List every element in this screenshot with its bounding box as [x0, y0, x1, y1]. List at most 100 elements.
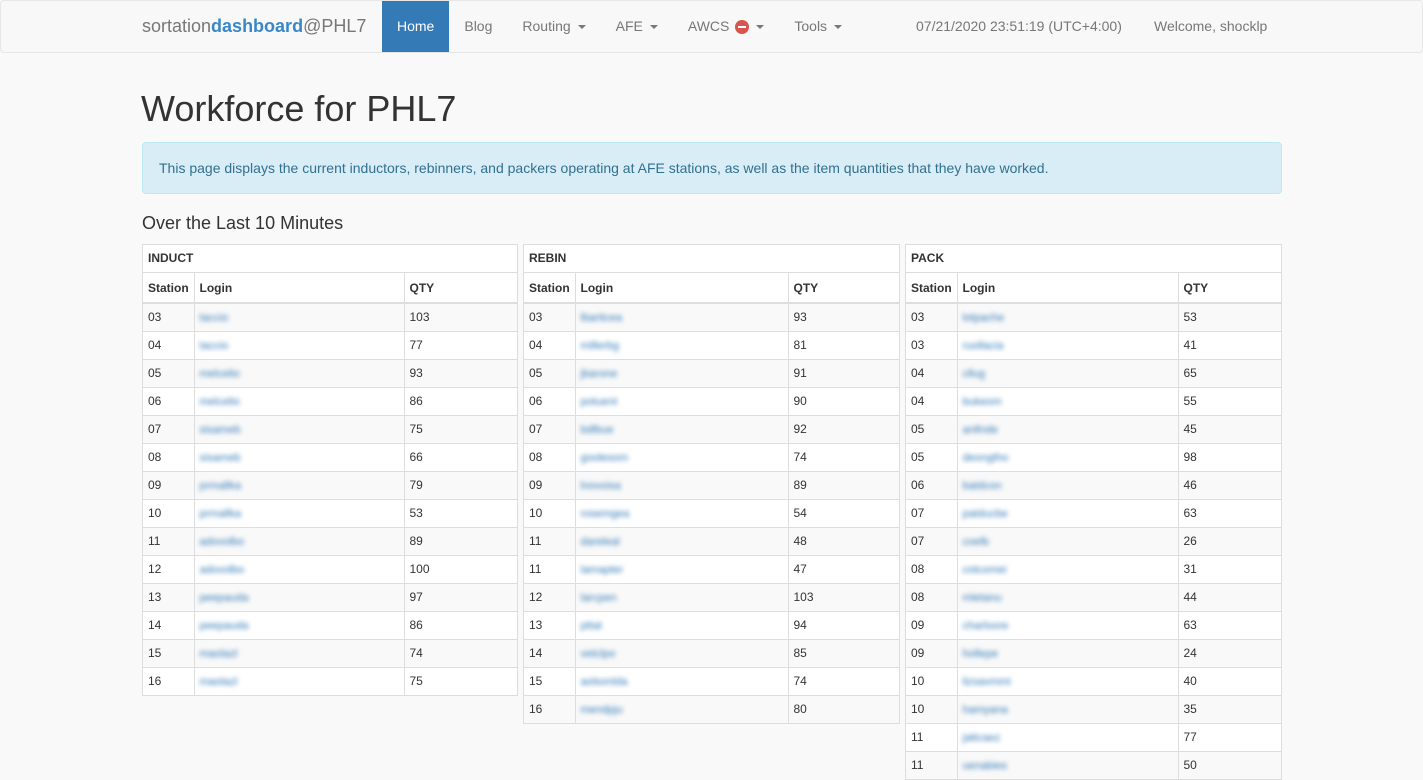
login-link[interactable]: mletanu	[963, 592, 1002, 604]
nav-home[interactable]: Home	[382, 1, 450, 52]
login-link[interactable]: dareleal	[581, 536, 620, 548]
station-cell: 08	[906, 582, 958, 611]
login-link[interactable]: ruollacia	[963, 340, 1004, 352]
login-link[interactable]: pttat	[581, 620, 602, 632]
login-link[interactable]: anllnde	[963, 424, 998, 436]
login-link[interactable]: mendpju	[581, 704, 623, 716]
login-link[interactable]: melcelio	[200, 368, 240, 380]
login-link[interactable]: sisameb	[200, 424, 241, 436]
table-row: 16 mendpju 80	[524, 694, 899, 723]
nav-blog[interactable]: Blog	[449, 1, 507, 52]
login-link[interactable]: larcpen	[581, 592, 617, 604]
table-header-row: Station Login QTY	[143, 273, 517, 304]
caret-down-icon	[649, 24, 658, 29]
login-link[interactable]: prmallka	[200, 480, 242, 492]
login-link[interactable]: jbarone	[581, 368, 618, 380]
table-row: 12 adovolbo 100	[143, 554, 517, 583]
login-link[interactable]: patducbe	[963, 508, 1008, 520]
qty-cell: 97	[404, 582, 517, 611]
column-header-login: Login	[194, 273, 405, 304]
station-cell: 04	[906, 386, 958, 415]
station-cell: 10	[524, 498, 576, 527]
brand-part-site: @PHL7	[303, 16, 367, 36]
info-alert: This page displays the current inductors…	[142, 142, 1282, 194]
login-cell: uenabies	[957, 750, 1179, 779]
login-link[interactable]: coelb	[963, 536, 989, 548]
login-link[interactable]: lizsavmmi	[963, 676, 1011, 688]
qty-cell: 98	[1178, 442, 1281, 471]
login-link[interactable]: vetclpo	[581, 648, 616, 660]
column-header-station: Station	[906, 273, 958, 304]
rebin-table: Station Login QTY 03 lbaritcea 93 04 millerb…	[524, 273, 899, 723]
login-link[interactable]: deongtho	[963, 452, 1009, 464]
login-link[interactable]: potuent	[581, 396, 618, 408]
login-link[interactable]: bdlbue	[581, 424, 614, 436]
column-header-qty: QTY	[788, 273, 899, 304]
login-link[interactable]: melcelio	[200, 396, 240, 408]
nav-welcome-user[interactable]: Welcome, shocklp	[1154, 1, 1267, 52]
nav-routing-dropdown[interactable]: Routing	[507, 1, 600, 52]
login-link[interactable]: adovolbo	[200, 536, 245, 548]
login-link[interactable]: prmallka	[200, 508, 242, 520]
login-link[interactable]: maolazl	[200, 676, 238, 688]
table-row: 13 pttat 94	[524, 610, 899, 639]
login-link[interactable]: maolazl	[200, 648, 238, 660]
qty-cell: 93	[404, 358, 517, 387]
table-row: 03 lbaritcea 93	[524, 302, 899, 331]
login-link[interactable]: hamyana	[963, 704, 1008, 716]
login-link[interactable]: uenabies	[963, 760, 1008, 772]
login-link[interactable]: batdcon	[963, 480, 1002, 492]
table-row: 07 coelb 26	[906, 526, 1281, 555]
login-link[interactable]: adovolbo	[200, 564, 245, 576]
login-link[interactable]: lamapter	[581, 564, 624, 576]
qty-cell: 103	[404, 302, 517, 331]
nav-home-label: Home	[397, 18, 435, 34]
pack-panel-title: PACK	[906, 245, 1281, 273]
station-cell: 06	[906, 470, 958, 499]
login-cell: ruollacia	[957, 330, 1179, 359]
login-link[interactable]: peepauda	[200, 620, 249, 632]
login-link[interactable]: lnovoisa	[581, 480, 621, 492]
login-link[interactable]: sisameb	[200, 452, 241, 464]
login-link[interactable]: peepauda	[200, 592, 249, 604]
login-link[interactable]: aolsonlda	[581, 676, 628, 688]
login-link[interactable]: millerbg	[581, 340, 620, 352]
station-cell: 10	[906, 666, 958, 695]
login-link[interactable]: goolesom	[581, 452, 629, 464]
table-row: 11 dareleal 48	[524, 526, 899, 555]
station-cell: 05	[524, 358, 576, 387]
station-cell: 09	[143, 470, 195, 499]
login-link[interactable]: rosemgea	[581, 508, 630, 520]
login-link[interactable]: lbaritcea	[581, 312, 623, 324]
login-link[interactable]: lotpache	[963, 312, 1005, 324]
nav-afe-dropdown[interactable]: AFE	[601, 1, 673, 52]
nav-tools-dropdown[interactable]: Tools	[779, 1, 857, 52]
login-link[interactable]: cotcomei	[963, 564, 1007, 576]
login-cell: mletanu	[957, 582, 1179, 611]
station-cell: 07	[906, 526, 958, 555]
qty-cell: 89	[404, 526, 517, 555]
table-row: 15 aolsonlda 74	[524, 666, 899, 695]
nav-awcs-label: AWCS	[687, 18, 730, 34]
login-link[interactable]: jattcaez	[963, 732, 1001, 744]
login-link[interactable]: taccio	[200, 340, 229, 352]
login-cell: melcelio	[194, 358, 405, 387]
login-link[interactable]: charloore	[963, 620, 1009, 632]
station-cell: 03	[906, 330, 958, 359]
login-cell: bdlbue	[575, 414, 789, 443]
navbar: sortationdashboard@PHL7 Home Blog Routin…	[0, 0, 1423, 53]
login-cell: lbaritcea	[575, 302, 789, 331]
station-cell: 11	[524, 554, 576, 583]
station-cell: 16	[143, 666, 195, 695]
login-link[interactable]: bukeom	[963, 396, 1002, 408]
brand-logo[interactable]: sortationdashboard@PHL7	[142, 16, 366, 37]
table-row: 04 bukeom 55	[906, 386, 1281, 415]
login-link[interactable]: cllug	[963, 368, 986, 380]
login-link[interactable]: hollepe	[963, 648, 998, 660]
login-cell: pttat	[575, 610, 789, 639]
login-cell: lotpache	[957, 302, 1179, 331]
login-cell: rosemgea	[575, 498, 789, 527]
table-row: 08 sisameb 66	[143, 442, 517, 471]
login-link[interactable]: taccio	[200, 312, 229, 324]
nav-awcs-dropdown[interactable]: AWCS	[673, 1, 779, 52]
